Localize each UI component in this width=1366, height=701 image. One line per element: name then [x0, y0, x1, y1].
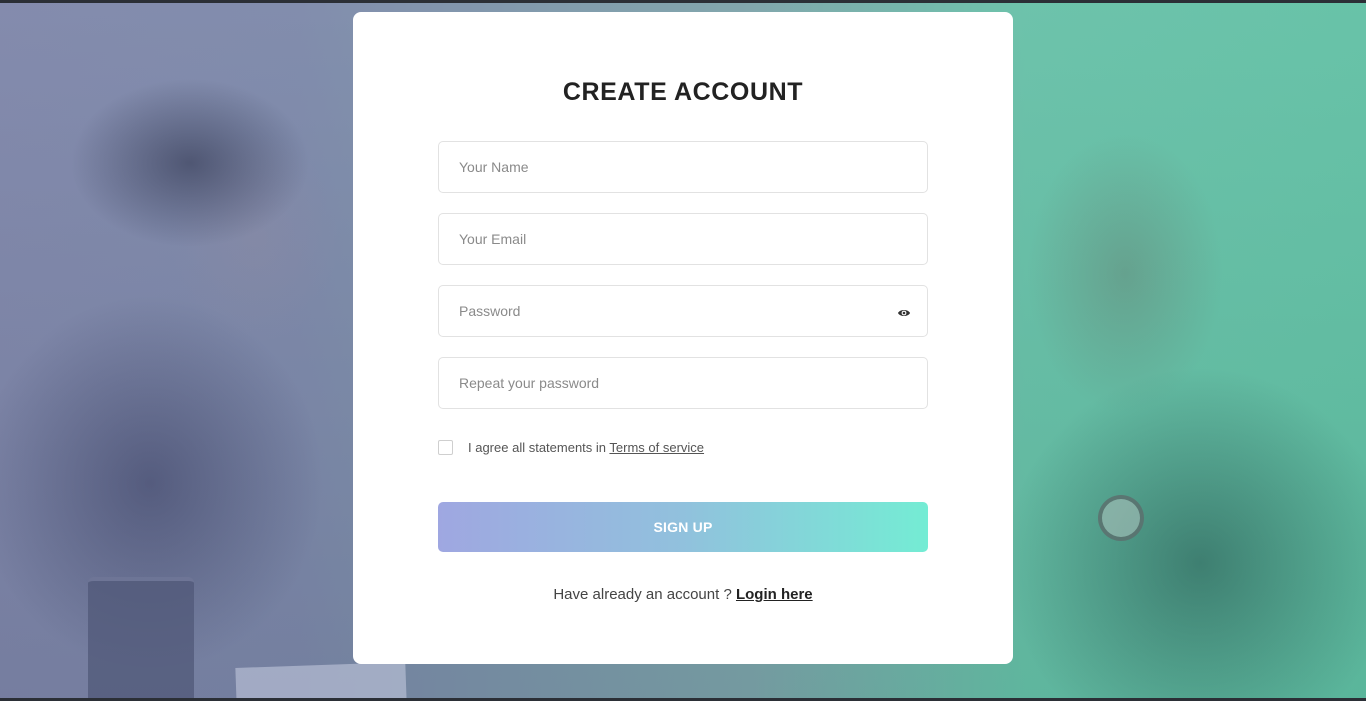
agree-text: I agree all statements in [468, 439, 610, 455]
login-prompt-text: Have already an account ? [553, 586, 736, 603]
background-paper [235, 662, 407, 698]
login-prompt: Have already an account ? Login here [353, 586, 1013, 603]
name-field [438, 141, 928, 193]
login-link[interactable]: Login here [736, 586, 813, 603]
name-input[interactable] [439, 142, 927, 192]
form-title: CREATE ACCOUNT [562, 78, 804, 106]
agree-label: I agree all statements in Terms of servi… [468, 440, 704, 455]
terms-agreement: I agree all statements in Terms of servi… [438, 438, 704, 456]
repeat-password-field [438, 357, 928, 409]
password-input[interactable] [439, 286, 927, 336]
background-cup [88, 577, 194, 698]
email-field [438, 213, 928, 265]
repeat-password-input[interactable] [439, 358, 927, 408]
email-input[interactable] [439, 214, 927, 264]
signup-button[interactable]: SIGN UP [438, 502, 928, 552]
eye-icon[interactable] [897, 306, 911, 318]
password-field [438, 285, 928, 337]
agree-checkbox[interactable] [438, 439, 453, 455]
terms-of-service-link[interactable]: Terms of service [609, 440, 704, 455]
signup-card: CREATE ACCOUNT I agree all statements in… [353, 12, 1013, 664]
background-watch [1098, 495, 1144, 541]
